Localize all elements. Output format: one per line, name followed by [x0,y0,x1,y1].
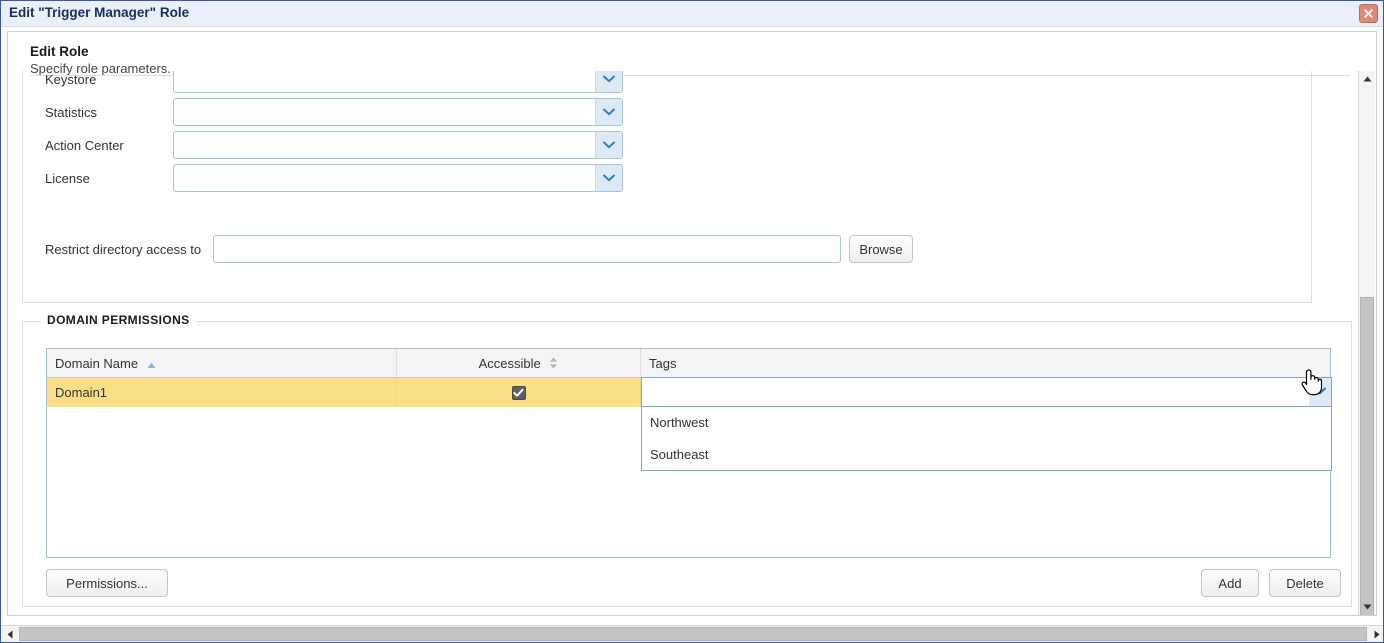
restrict-directory-input[interactable] [213,235,841,263]
accessible-checkbox[interactable] [511,385,526,400]
column-header-tags-label: Tags [649,356,677,371]
column-header-domain-name-label: Domain Name [55,356,139,371]
close-icon [1364,9,1373,18]
chevron-down-icon[interactable] [595,132,622,158]
permissions-button[interactable]: Permissions... [46,569,168,597]
domain-permissions-group: DOMAIN PERMISSIONS Domain Name Accessibl… [22,313,1352,607]
sort-ascending-icon [147,350,156,379]
add-button[interactable]: Add [1201,569,1259,597]
cell-accessible [397,378,641,407]
close-button[interactable] [1359,4,1378,23]
scroll-down-button[interactable] [1359,599,1375,615]
cell-tags [641,377,1332,407]
dropdown-keystore[interactable] [173,71,623,93]
tags-combo-input[interactable] [641,377,1332,407]
chevron-down-icon[interactable] [595,99,622,125]
label-restrict-directory: Restrict directory access to [45,242,202,257]
dialog-content-panel: Edit Role Specify role parameters. Updat… [7,31,1377,616]
dialog-titlebar: Edit "Trigger Manager" Role [1,1,1383,27]
dropdown-statistics[interactable] [173,98,623,126]
form-scroll-viewport: Updates Keystore [8,71,1361,615]
browse-button[interactable]: Browse [849,235,913,263]
horizontal-scrollbar[interactable] [1,625,1383,642]
chevron-down-icon[interactable] [595,165,622,191]
dropdown-option-southeast[interactable]: Southeast [642,439,1331,471]
label-license: License [45,171,90,186]
dropdown-action-center[interactable] [173,131,623,159]
role-parameters-group: Updates Keystore [22,71,1312,303]
chevron-down-icon[interactable] [595,71,622,92]
scroll-up-button[interactable] [1359,71,1375,88]
edit-role-dialog: Edit "Trigger Manager" Role Edit Role Sp… [0,0,1384,643]
vertical-scrollbar[interactable] [1358,71,1375,615]
dropdown-license[interactable] [173,164,623,192]
scroll-left-button[interactable] [1,626,18,642]
domain-permissions-legend: DOMAIN PERMISSIONS [41,313,196,327]
dialog-title: Edit "Trigger Manager" Role [9,5,190,20]
delete-button[interactable]: Delete [1269,569,1341,597]
label-keystore: Keystore [45,72,97,87]
vertical-scrollbar-thumb[interactable] [1360,297,1374,615]
tags-dropdown-list: Northwest Southeast [641,407,1332,471]
column-header-tags[interactable]: Tags [641,349,1332,378]
label-statistics: Statistics [45,105,98,120]
triangle-down-icon [1363,604,1371,610]
cell-domain-name: Domain1 [47,378,397,407]
chevron-down-icon[interactable] [1309,378,1331,406]
sort-both-icon [549,350,558,379]
column-header-domain-name[interactable]: Domain Name [47,349,397,378]
page-title: Edit Role [30,44,89,59]
scroll-right-button[interactable] [1368,626,1383,642]
column-header-accessible-label: Accessible [478,356,541,371]
horizontal-scrollbar-thumb[interactable] [19,627,1367,641]
check-icon [513,388,524,397]
domain-permissions-table: Domain Name Accessible Tags Domain1 Nort… [46,348,1332,558]
column-header-accessible[interactable]: Accessible [397,349,641,378]
table-header-row: Domain Name Accessible Tags [47,349,1330,378]
table-row[interactable]: Domain1 [47,377,1332,407]
triangle-left-icon [7,630,12,639]
dropdown-option-northwest[interactable]: Northwest [642,407,1331,439]
triangle-up-icon [1363,76,1371,82]
triangle-right-icon [1374,630,1379,639]
label-action-center: Action Center [45,138,124,153]
